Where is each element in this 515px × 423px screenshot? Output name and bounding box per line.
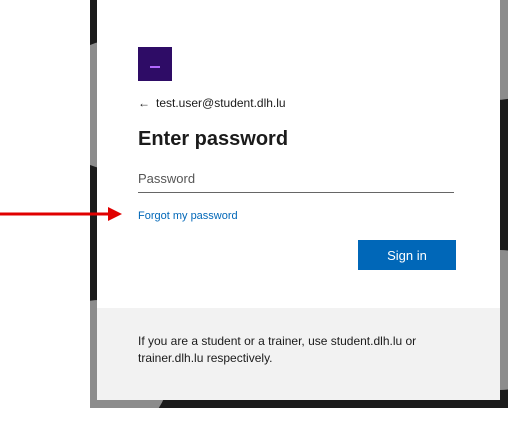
page-title: Enter password: [138, 128, 289, 150]
back-arrow-icon[interactable]: ←: [138, 96, 150, 110]
identity-row[interactable]: ← test.user@student.dlh.lu: [138, 96, 286, 110]
signin-card: ← test.user@student.dlh.lu Enter password…: [97, 0, 500, 400]
password-field[interactable]: [138, 165, 454, 193]
logo-icon: [138, 47, 172, 81]
forgot-password-link[interactable]: Forgot my password: [138, 210, 238, 222]
sign-in-button[interactable]: Sign in: [358, 240, 456, 270]
logo-mark: [150, 66, 160, 68]
footer-text: If you are a student or a trainer, use s…: [138, 334, 417, 365]
identity-email: test.user@student.dlh.lu: [156, 96, 286, 110]
card-footer: If you are a student or a trainer, use s…: [97, 308, 500, 400]
red-arrow-annotation: [0, 207, 122, 221]
arrow-head: [108, 207, 122, 221]
